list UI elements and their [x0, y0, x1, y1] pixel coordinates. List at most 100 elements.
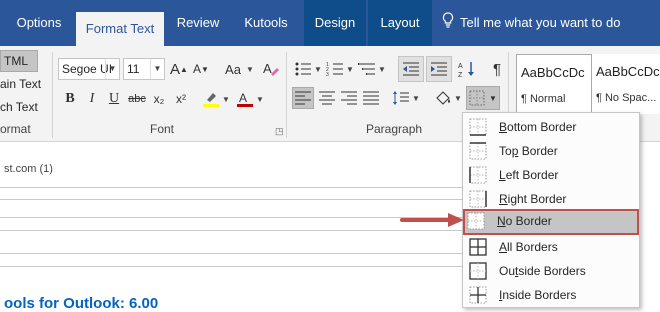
- tell-me-box[interactable]: Tell me what you want to do: [442, 0, 620, 46]
- ribbon-tab-bar: Options Format Text Review Kutools Desig…: [0, 0, 660, 46]
- italic-button[interactable]: I: [81, 88, 103, 110]
- grow-font-icon: A: [170, 60, 181, 78]
- divider-line: [0, 187, 470, 188]
- font-size-select[interactable]: 11 ▼: [123, 58, 165, 80]
- style-normal[interactable]: AaBbCcDc ¶ Normal: [516, 54, 592, 114]
- chevron-down-icon: ▼: [378, 65, 386, 74]
- chevron-down-icon: ▼: [314, 65, 322, 74]
- html-format-button[interactable]: TML: [0, 50, 38, 72]
- svg-text:A: A: [458, 63, 463, 70]
- line-spacing-button[interactable]: [390, 87, 412, 109]
- menu-item-label: Bottom Border: [499, 120, 577, 134]
- chevron-down-icon: ▼: [105, 59, 119, 79]
- bottom-border-icon: [469, 118, 487, 136]
- menu-item-bottom-border[interactable]: Bottom Border: [465, 115, 637, 139]
- paragraph-group-label: Paragraph: [366, 122, 423, 136]
- right-border-icon: [469, 190, 487, 208]
- bold-button[interactable]: B: [59, 88, 81, 110]
- chevron-down-icon: ▼: [454, 94, 462, 103]
- subscript-button[interactable]: x₂: [148, 88, 170, 110]
- group-divider: [286, 52, 287, 138]
- decrease-indent-button[interactable]: [398, 56, 424, 82]
- align-left-icon: [295, 91, 311, 105]
- clear-formatting-icon: A: [263, 61, 279, 76]
- strikethrough-button[interactable]: abc: [126, 88, 148, 110]
- align-left-button[interactable]: [292, 87, 314, 109]
- line-spacing-icon: [393, 91, 409, 105]
- chevron-down-icon: ▼: [346, 65, 354, 74]
- chevron-down-icon: ▼: [246, 65, 254, 74]
- show-formatting-marks-button[interactable]: ¶: [486, 58, 508, 80]
- shading-button[interactable]: [432, 87, 454, 109]
- divider-line: [0, 266, 470, 267]
- svg-text:A: A: [239, 91, 247, 105]
- menu-item-label: Top Border: [499, 144, 558, 158]
- menu-item-label: Left Border: [499, 168, 559, 182]
- clear-formatting-button[interactable]: A: [260, 58, 282, 80]
- borders-button[interactable]: ▼: [466, 86, 500, 110]
- menu-item-no-border[interactable]: No Border: [463, 209, 639, 235]
- numbering-button[interactable]: 123: [324, 58, 346, 80]
- justify-button[interactable]: [360, 87, 382, 109]
- tell-me-text: Tell me what you want to do: [460, 15, 621, 30]
- product-link[interactable]: ools for Outlook: 6.00: [4, 295, 158, 312]
- style-name: ¶ No Spac...: [596, 92, 657, 104]
- lightbulb-icon: [442, 1, 456, 47]
- tab-kutools[interactable]: Kutools: [232, 0, 300, 46]
- bullets-icon: [295, 62, 311, 76]
- style-no-spacing[interactable]: AaBbCcDc ¶ No Spac...: [592, 54, 660, 114]
- sort-button[interactable]: AZ: [456, 58, 478, 80]
- tab-design[interactable]: Design: [304, 0, 366, 46]
- style-name: ¶ Normal: [521, 93, 566, 105]
- change-case-button[interactable]: Aa: [220, 58, 246, 80]
- grow-font-button[interactable]: A ▲: [168, 58, 190, 80]
- shrink-font-icon: A: [193, 62, 202, 76]
- borders-icon: [469, 90, 485, 106]
- divider-line: [0, 253, 470, 254]
- menu-item-outside-borders[interactable]: Outside Borders: [465, 259, 637, 283]
- email-address-text: st.com (1): [4, 163, 53, 175]
- align-center-icon: [319, 91, 335, 105]
- menu-item-label: No Border: [497, 214, 552, 228]
- group-divider: [52, 52, 53, 138]
- multilevel-list-button[interactable]: [356, 58, 378, 80]
- left-border-icon: [469, 166, 487, 184]
- svg-text:Z: Z: [458, 72, 463, 78]
- tab-format-text[interactable]: Format Text: [76, 12, 164, 46]
- menu-item-all-borders[interactable]: All Borders: [465, 235, 637, 259]
- menu-item-inside-borders[interactable]: Inside Borders: [465, 283, 637, 307]
- menu-item-left-border[interactable]: Left Border: [465, 163, 637, 187]
- menu-item-label: Outside Borders: [499, 264, 586, 278]
- font-color-button[interactable]: A: [234, 88, 256, 110]
- menu-item-right-border[interactable]: Right Border: [465, 187, 637, 211]
- divider-line: [0, 230, 470, 231]
- font-dialog-launcher-icon[interactable]: ◳: [275, 126, 284, 137]
- sort-az-icon: AZ: [458, 62, 474, 78]
- change-case-icon: Aa: [225, 61, 241, 77]
- font-name-select[interactable]: Segoe UI ▼: [58, 58, 120, 80]
- tab-review[interactable]: Review: [168, 0, 228, 46]
- borders-dropdown-menu: Bottom Border Top Border Left Border Rig…: [462, 112, 640, 308]
- highlighter-icon: [203, 93, 219, 107]
- highlight-color-button[interactable]: [200, 88, 222, 110]
- justify-icon: [363, 91, 379, 105]
- style-sample: AaBbCcDc: [521, 65, 585, 80]
- tab-layout[interactable]: Layout: [368, 0, 432, 46]
- align-right-button[interactable]: [338, 87, 360, 109]
- menu-item-label: Inside Borders: [499, 288, 577, 302]
- multilevel-list-icon: [358, 63, 375, 75]
- font-size-value: 11: [127, 62, 140, 76]
- menu-item-top-border[interactable]: Top Border: [465, 139, 637, 163]
- increase-indent-button[interactable]: [426, 56, 452, 82]
- shrink-font-button[interactable]: A ▼: [190, 58, 212, 80]
- font-color-icon: A: [237, 91, 253, 107]
- svg-text:3: 3: [326, 72, 329, 77]
- superscript-button[interactable]: x²: [170, 88, 192, 110]
- underline-button[interactable]: U: [103, 88, 125, 110]
- tab-options[interactable]: Options: [6, 0, 72, 46]
- rich-text-button[interactable]: ch Text: [0, 100, 38, 114]
- chevron-down-icon: ▼: [150, 59, 164, 79]
- bullets-button[interactable]: [292, 58, 314, 80]
- align-center-button[interactable]: [316, 87, 338, 109]
- plain-text-button[interactable]: ain Text: [0, 77, 41, 91]
